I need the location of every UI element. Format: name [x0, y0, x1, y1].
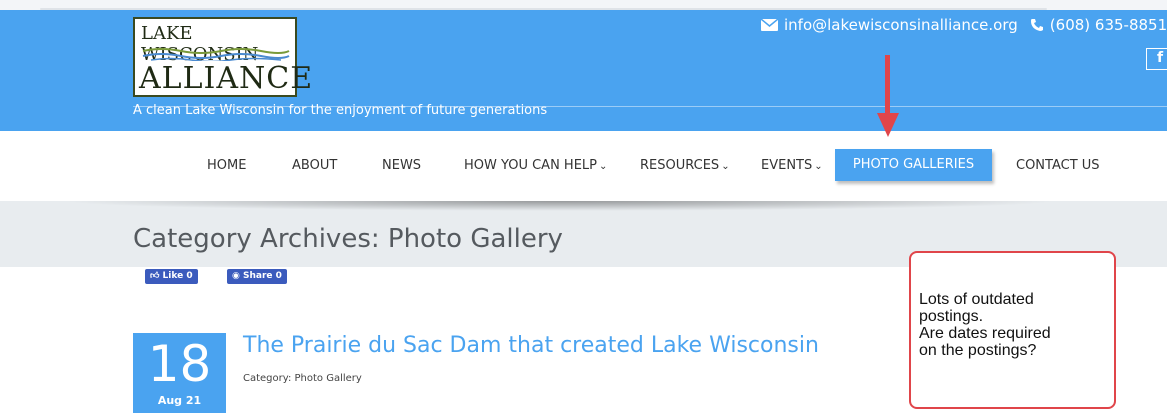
nav-item-photo-galleries[interactable]: PHOTO GALLERIES	[835, 149, 992, 181]
phone-icon	[1030, 19, 1043, 31]
nav-item-resources[interactable]: RESOURCES ⌄	[640, 158, 730, 173]
browser-top-strip	[0, 0, 1167, 10]
nav-item-contact-us[interactable]: CONTACT US	[1016, 158, 1100, 173]
annotation-callout: Lots of outdated postings. Are dates req…	[909, 251, 1116, 409]
logo-bottom-text: ALLIANCE	[139, 61, 314, 96]
page-title: Category Archives: Photo Gallery	[133, 224, 563, 254]
contact-email-link[interactable]: info@lakewisconsinalliance.org	[784, 16, 1018, 34]
post-category: Category: Photo Gallery	[243, 373, 362, 384]
nav-item-news[interactable]: NEWS	[382, 158, 421, 173]
contact-phone-link[interactable]: (608) 635-8851	[1050, 16, 1167, 34]
chevron-down-icon: ⌄	[814, 161, 823, 172]
red-arrow-icon	[877, 55, 899, 137]
post-title-link[interactable]: The Prairie du Sac Dam that created Lake…	[243, 333, 819, 358]
facebook-icon[interactable]: f	[1146, 48, 1167, 70]
facebook-like-button[interactable]: 👍︎ Like 0	[145, 269, 198, 284]
nav-item-about[interactable]: ABOUT	[292, 158, 337, 173]
facebook-share-button[interactable]: ◉ Share 0	[227, 269, 287, 284]
thumbs-up-icon: 👍︎	[150, 271, 160, 281]
band-shadow	[60, 201, 1060, 211]
nav-item-how-you-can-help[interactable]: HOW YOU CAN HELP ⌄	[464, 158, 607, 173]
main-nav: HOME ABOUT NEWS HOW YOU CAN HELP ⌄ RESOUR…	[0, 131, 1167, 201]
chevron-down-icon: ⌄	[599, 161, 608, 172]
site-logo[interactable]: LAKE WISCONSIN ALLIANCE	[133, 17, 312, 97]
site-tagline: A clean Lake Wisconsin for the enjoyment…	[133, 103, 548, 118]
facebook-icon: ◉	[232, 271, 240, 281]
logo-waves-icon	[142, 48, 290, 61]
nav-item-home[interactable]: HOME	[207, 158, 246, 173]
nav-item-events[interactable]: EVENTS ⌄	[761, 158, 823, 173]
post-date-day: 18	[147, 335, 212, 393]
header-contact: info@lakewisconsinalliance.org (608) 635…	[761, 16, 1167, 34]
envelope-icon	[761, 19, 778, 31]
annotation-text: Lots of outdated postings. Are dates req…	[919, 291, 1051, 359]
post-date-month: Aug 21	[157, 394, 202, 407]
post-category-link[interactable]: Photo Gallery	[295, 373, 362, 384]
post-date-badge: 18 Aug 21	[133, 333, 226, 413]
chevron-down-icon: ⌄	[721, 161, 730, 172]
